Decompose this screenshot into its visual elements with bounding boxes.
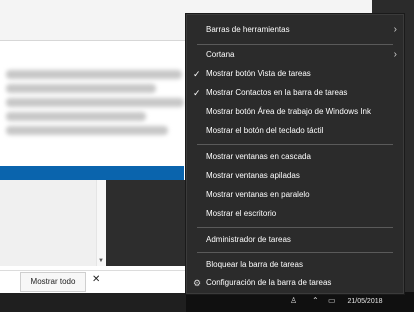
menu-item-toolbars[interactable]: Barras de herramientas › [187,21,403,39]
lower-panel [0,180,110,266]
network-icon[interactable]: ▭ [328,296,336,305]
menu-separator [197,252,393,253]
menu-item-label: Cortana [206,50,235,59]
gear-icon: ⚙ [193,278,202,288]
menu-item-label: Mostrar Contactos en la barra de tareas [206,88,348,97]
checkmark-icon: ✓ [193,69,201,79]
menu-item-side-by-side[interactable]: Mostrar ventanas en paralelo [187,186,403,204]
menu-item-label: Mostrar botón Área de trabajo de Windows… [206,107,371,116]
menu-separator [197,227,393,228]
menu-item-label: Configuración de la barra de tareas [206,278,332,287]
menu-item-show-touch-keyboard[interactable]: Mostrar el botón del teclado táctil [187,122,403,140]
menu-item-show-contacts[interactable]: ✓ Mostrar Contactos en la barra de tarea… [187,84,403,102]
people-icon[interactable]: ♙ [290,296,297,305]
dark-panel [106,180,186,266]
menu-item-task-manager[interactable]: Administrador de tareas [187,231,403,249]
checkmark-icon: ✓ [193,88,201,98]
menu-item-show-desktop[interactable]: Mostrar el escritorio [187,205,403,223]
close-icon[interactable]: ✕ [92,274,102,286]
chevron-right-icon: › [393,24,397,35]
menu-item-label: Mostrar ventanas en cascada [206,152,311,161]
menu-separator [197,144,393,145]
menu-item-label: Mostrar ventanas en paralelo [206,190,310,199]
menu-item-show-task-view[interactable]: ✓ Mostrar botón Vista de tareas [187,65,403,83]
menu-item-lock-taskbar[interactable]: Bloquear la barra de tareas [187,256,403,274]
menu-item-label: Mostrar botón Vista de tareas [206,69,311,78]
menu-item-label: Administrador de tareas [206,235,291,244]
menu-item-label: Mostrar el botón del teclado táctil [206,126,324,135]
chevron-up-icon[interactable]: ⌃ [312,296,319,305]
menu-item-taskbar-settings[interactable]: ⚙ Configuración de la barra de tareas [187,274,403,292]
taskbar-date[interactable]: 21/05/2018 [342,298,388,305]
menu-item-label: Mostrar el escritorio [206,209,277,218]
menu-separator [197,44,393,45]
scroll-down-icon[interactable]: ▼ [98,258,104,264]
blurred-content-line [6,70,182,79]
blurred-content-line [6,84,156,93]
menu-item-stack-windows[interactable]: Mostrar ventanas apiladas [187,167,403,185]
menu-item-cascade-windows[interactable]: Mostrar ventanas en cascada [187,148,403,166]
blurred-content-line [6,112,146,121]
selection-band [0,166,184,180]
blurred-content-line [6,126,168,135]
menu-item-label: Mostrar ventanas apiladas [206,171,300,180]
blurred-content-line [6,98,184,107]
menu-item-label: Bloquear la barra de tareas [206,260,303,269]
chevron-right-icon: › [393,49,397,60]
taskbar-context-menu: Barras de herramientas › Cortana › ✓ Mos… [186,14,404,294]
menu-item-show-windows-ink[interactable]: Mostrar botón Área de trabajo de Windows… [187,103,403,121]
show-all-button[interactable]: Mostrar todo [20,272,86,292]
menu-item-label: Barras de herramientas [206,25,290,34]
menu-item-cortana[interactable]: Cortana › [187,46,403,64]
